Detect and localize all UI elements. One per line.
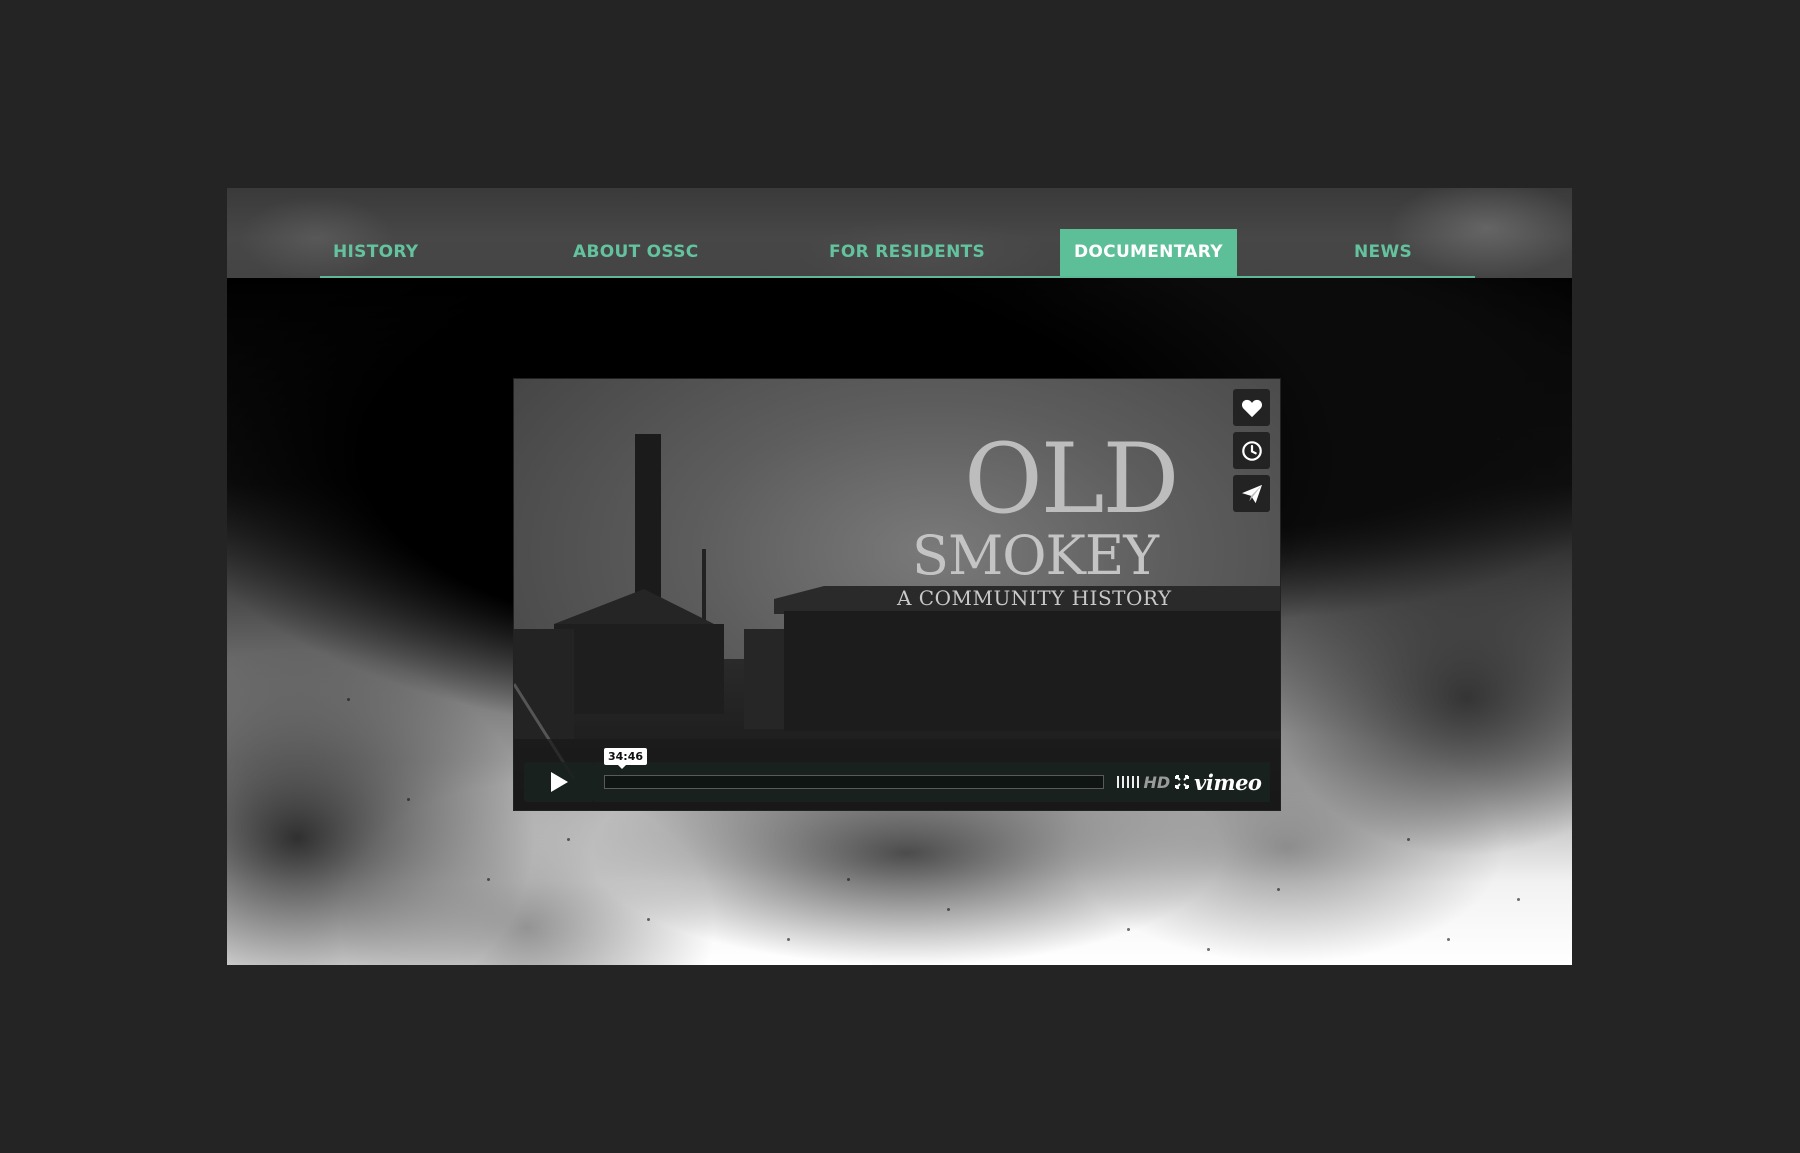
watch-later-button[interactable] [1233,432,1270,469]
player-right-controls: HD vimeo [1114,762,1270,802]
nav-item-about-ossc[interactable]: ABOUT OSSC [559,229,713,276]
send-icon [1241,484,1262,503]
vimeo-logo[interactable]: vimeo [1194,770,1262,795]
fullscreen-icon[interactable] [1175,775,1190,789]
nav-item-news[interactable]: NEWS [1340,229,1426,276]
progress-area: 34:46 [594,748,1114,802]
volume-control[interactable] [1116,776,1139,788]
share-button[interactable] [1233,475,1270,512]
nav-item-history[interactable]: HISTORY [319,229,432,276]
player-controls: 34:46 HD vimeo [524,748,1270,802]
top-navigation: HISTORY ABOUT OSSC FOR RESIDENTS DOCUMEN… [227,188,1572,278]
progress-bar[interactable] [604,775,1104,789]
page-frame: HISTORY ABOUT OSSC FOR RESIDENTS DOCUMEN… [227,188,1572,965]
heart-icon [1241,399,1262,417]
video-title-subtitle: A COMMUNITY HISTORY [897,586,1172,610]
nav-item-documentary[interactable]: DOCUMENTARY [1060,229,1237,276]
nav-item-for-residents[interactable]: FOR RESIDENTS [815,229,999,276]
nav-underline [320,276,1475,278]
play-button[interactable] [524,762,594,802]
like-button[interactable] [1233,389,1270,426]
play-icon [551,772,568,792]
video-player[interactable]: OLD SMOKEY A COMMUNITY HISTORY 34:46 HD … [514,379,1280,810]
video-title-old: OLD [964,423,1179,535]
hd-toggle[interactable]: HD [1144,773,1171,792]
video-title-smokey: SMOKEY [912,524,1159,587]
clock-icon [1241,440,1262,461]
duration-tooltip: 34:46 [604,748,648,769]
